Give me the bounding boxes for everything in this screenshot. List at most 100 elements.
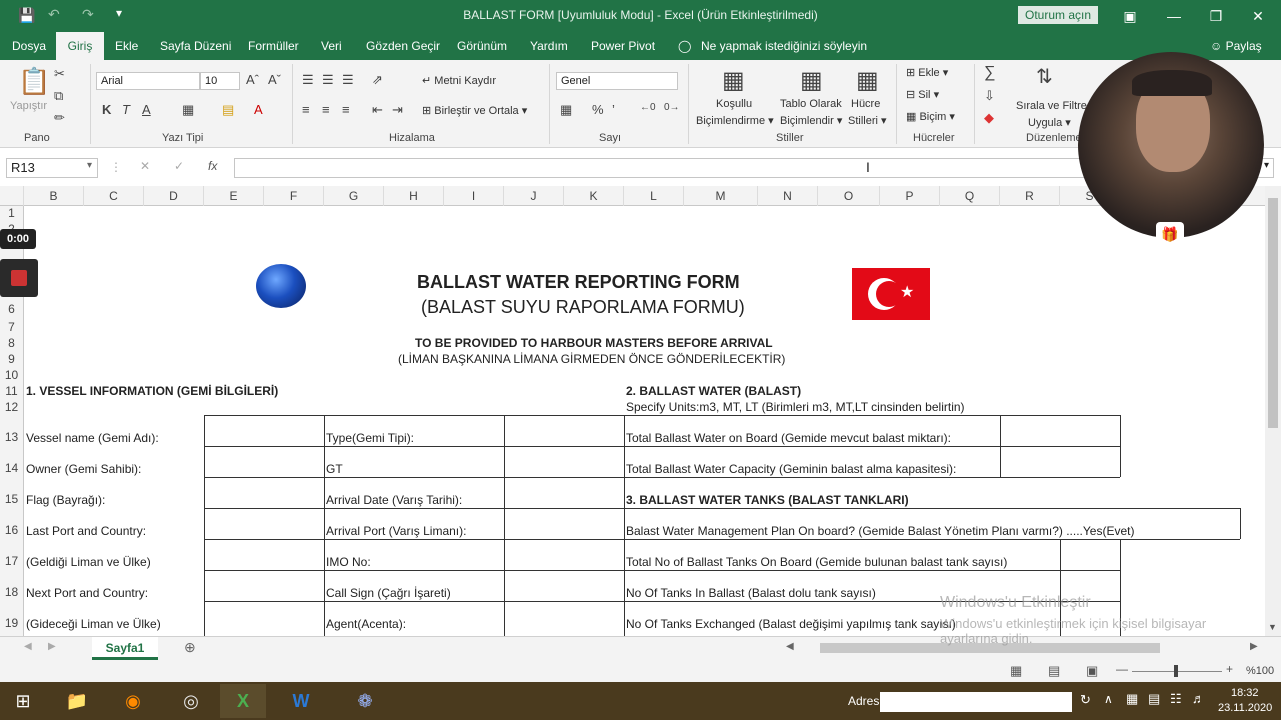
row-header[interactable]: 6 (0, 302, 23, 316)
row-header[interactable]: 14 (0, 461, 23, 475)
start-button[interactable]: ⊞ (0, 684, 46, 718)
worksheet-grid[interactable]: ★ BALLAST WATER REPORTING FORM (BALAST S… (24, 206, 1265, 636)
tray-icon-1[interactable]: ▦ (1126, 691, 1138, 707)
enter-icon[interactable]: ✓ (174, 159, 184, 173)
row-header[interactable]: 13 (0, 430, 23, 444)
fill-icon[interactable]: ⇩ (984, 88, 995, 104)
wrap-text-button[interactable]: ↵ Metni Kaydır (422, 74, 496, 87)
new-sheet-icon[interactable]: ⊕ (184, 639, 196, 656)
bold-icon[interactable]: K (102, 102, 111, 117)
file-explorer-icon[interactable]: 📁 (54, 684, 100, 718)
row-header[interactable]: 8 (0, 336, 23, 350)
col-header[interactable]: O (818, 186, 880, 206)
tab-gozden-gecir[interactable]: Gözden Geçir (366, 39, 440, 53)
refresh-icon[interactable]: ↻ (1080, 692, 1091, 708)
cancel-icon[interactable]: ✕ (140, 159, 150, 173)
align-bottom-icon[interactable]: ☰ (342, 72, 354, 88)
col-header[interactable]: P (880, 186, 940, 206)
row-header[interactable]: 16 (0, 523, 23, 537)
col-header[interactable]: N (758, 186, 818, 206)
font-color-icon[interactable]: A (254, 102, 263, 117)
cell-styles-button[interactable]: Stilleri ▾ (848, 114, 887, 127)
col-header[interactable]: K (564, 186, 624, 206)
word-taskbar-icon[interactable]: W (278, 684, 324, 718)
font-size-select[interactable]: 10 (200, 72, 240, 90)
insert-function-icon[interactable]: fx (208, 159, 217, 173)
zoom-out-icon[interactable]: — (1116, 662, 1128, 676)
excel-taskbar-icon[interactable]: X (220, 684, 266, 718)
firefox-icon[interactable]: ◉ (110, 684, 156, 718)
scroll-down-icon[interactable]: ▼ (1268, 622, 1277, 632)
tab-dosya[interactable]: Dosya (12, 39, 46, 53)
volume-icon[interactable]: ♬ (1192, 691, 1205, 706)
align-right-icon[interactable]: ≡ (342, 102, 350, 117)
col-header[interactable]: H (384, 186, 444, 206)
tell-me-input[interactable]: Ne yapmak istediğinizi söyleyin (701, 39, 867, 53)
align-top-icon[interactable]: ☰ (302, 72, 314, 88)
expand-formula-icon[interactable]: ▾ (1264, 160, 1269, 171)
clock-date[interactable]: 23.11.2020 (1218, 702, 1272, 714)
prev-sheet-icon[interactable]: ◀ (24, 641, 32, 652)
italic-icon[interactable]: T (122, 102, 130, 117)
share-button[interactable]: ☺ Paylaş (1210, 39, 1262, 53)
conditional-format-button[interactable]: Biçimlendirme ▾ (696, 114, 774, 127)
col-header[interactable]: I (444, 186, 504, 206)
tray-expand-icon[interactable]: ∧ (1104, 692, 1113, 706)
ribbon-display-icon[interactable]: ▣ (1120, 6, 1140, 26)
row-header[interactable]: 1 (0, 206, 23, 220)
decrease-decimal-icon[interactable]: 0→ (664, 102, 680, 113)
increase-indent-icon[interactable]: ⇥ (392, 102, 403, 118)
col-header[interactable]: F (264, 186, 324, 206)
row-header[interactable]: 10 (0, 368, 23, 382)
col-header[interactable]: L (624, 186, 684, 206)
tab-giris[interactable]: Giriş (56, 32, 104, 60)
sort-filter-icon[interactable]: ⇅ (1036, 64, 1053, 89)
autosum-icon[interactable]: ∑ (984, 64, 995, 82)
copy-icon[interactable]: ⧉ (54, 88, 63, 104)
tab-formuller[interactable]: Formüller (248, 39, 299, 53)
row-header[interactable]: 18 (0, 585, 23, 599)
tab-power-pivot[interactable]: Power Pivot (591, 39, 655, 53)
scroll-thumb[interactable] (1268, 198, 1278, 428)
name-box[interactable]: R13 (6, 158, 98, 178)
number-format-select[interactable]: Genel (556, 72, 678, 90)
align-left-icon[interactable]: ≡ (302, 102, 310, 117)
col-header[interactable]: C (84, 186, 144, 206)
shrink-font-icon[interactable]: Aˇ (268, 72, 281, 87)
tab-gorunum[interactable]: Görünüm (457, 39, 507, 53)
namebox-dropdown-icon[interactable]: ▾ (87, 160, 92, 171)
col-header[interactable]: M (684, 186, 758, 206)
row-header[interactable]: 9 (0, 352, 23, 366)
col-header[interactable]: E (204, 186, 264, 206)
col-header[interactable]: G (324, 186, 384, 206)
paste-icon[interactable]: 📋 (18, 66, 50, 97)
row-header[interactable]: 11 (0, 384, 23, 398)
align-middle-icon[interactable]: ☰ (322, 72, 334, 88)
row-header[interactable]: 15 (0, 492, 23, 506)
signin-button[interactable]: Oturum açın (1018, 6, 1098, 24)
decrease-indent-icon[interactable]: ⇤ (372, 102, 383, 118)
close-button[interactable]: ✕ (1248, 6, 1268, 26)
col-header[interactable]: R (1000, 186, 1060, 206)
chrome-icon[interactable]: ◎ (168, 684, 214, 718)
col-header[interactable]: Q (940, 186, 1000, 206)
row-header[interactable]: 17 (0, 554, 23, 568)
format-cells-button[interactable]: ▦ Biçim ▾ (906, 110, 955, 123)
insert-cells-button[interactable]: ⊞ Ekle ▾ (906, 66, 948, 79)
sort-filter-button[interactable]: Uygula ▾ (1028, 116, 1071, 129)
tab-ekle[interactable]: Ekle (115, 39, 138, 53)
page-layout-icon[interactable]: ▤ (1048, 663, 1060, 679)
col-header[interactable]: B (24, 186, 84, 206)
tray-icon-2[interactable]: ▤ (1148, 691, 1160, 707)
col-header[interactable]: D (144, 186, 204, 206)
sheet-tab-sayfa1[interactable]: Sayfa1 (92, 637, 158, 660)
hscroll-left-icon[interactable]: ◀ (786, 641, 794, 652)
format-table-icon[interactable]: ▦ (800, 66, 823, 95)
currency-icon[interactable]: ▦ (560, 102, 572, 118)
orientation-icon[interactable]: ⇗ (372, 72, 383, 88)
zoom-thumb[interactable] (1174, 665, 1178, 677)
address-input[interactable] (880, 692, 1072, 712)
hscroll-right-icon[interactable]: ▶ (1250, 641, 1258, 652)
page-break-icon[interactable]: ▣ (1086, 663, 1098, 679)
underline-icon[interactable]: A (142, 102, 151, 117)
